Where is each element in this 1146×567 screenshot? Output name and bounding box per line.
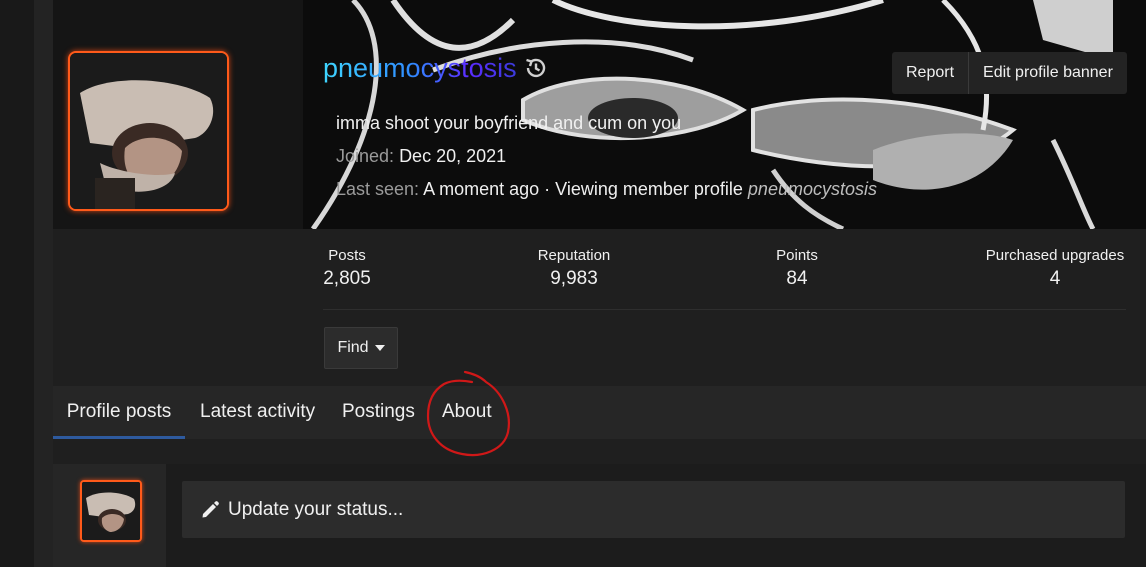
- stat-value: 2,805: [323, 268, 371, 289]
- left-rail-inner: [34, 0, 53, 567]
- stat-points[interactable]: Points 84: [774, 247, 820, 290]
- status-avatar[interactable]: [80, 480, 142, 542]
- joined-label: Joined:: [336, 146, 395, 166]
- profile-status-message: imma shoot your boyfriend and cum on you: [336, 113, 682, 133]
- last-seen-info: Last seen: A moment ago · Viewing member…: [336, 179, 877, 200]
- find-label: Find: [337, 339, 369, 356]
- pencil-icon: [202, 500, 219, 517]
- stats-divider: [323, 309, 1126, 310]
- mini-avatar-image: [82, 482, 140, 540]
- tab-postings[interactable]: Postings: [342, 386, 415, 439]
- find-dropdown-button[interactable]: Find: [324, 327, 398, 369]
- tab-latest-activity[interactable]: Latest activity: [200, 386, 315, 439]
- report-button[interactable]: Report: [892, 52, 968, 94]
- stat-label: Reputation: [537, 247, 611, 264]
- profile-avatar[interactable]: [68, 51, 229, 211]
- stat-value: 84: [786, 268, 808, 289]
- stat-reputation[interactable]: Reputation 9,983: [534, 247, 614, 290]
- update-status-placeholder: Update your status...: [228, 498, 404, 520]
- last-seen-target: pneumocystosis: [747, 179, 877, 199]
- profile-action-buttons: Report Edit profile banner: [892, 52, 1127, 94]
- caret-down-icon: [374, 345, 385, 351]
- stat-purchased-upgrades[interactable]: Purchased upgrades 4: [982, 247, 1128, 290]
- joined-info: Joined: Dec 20, 2021: [336, 146, 506, 167]
- left-rail: [0, 0, 34, 567]
- edit-profile-banner-button[interactable]: Edit profile banner: [968, 52, 1127, 94]
- history-icon[interactable]: [524, 56, 548, 80]
- stat-label: Points: [776, 247, 818, 264]
- last-seen-value: A moment ago · Viewing member profile: [423, 179, 743, 199]
- annotation-circle: [426, 370, 510, 457]
- tab-profile-posts[interactable]: Profile posts: [53, 386, 185, 439]
- avatar-image: [70, 53, 227, 209]
- stat-value: 9,983: [550, 268, 598, 289]
- profile-username[interactable]: pneumocystosis: [323, 52, 517, 84]
- stat-label: Purchased upgrades: [985, 247, 1125, 264]
- joined-value: Dec 20, 2021: [399, 146, 507, 166]
- update-status-input[interactable]: Update your status...: [182, 481, 1125, 538]
- stat-value: 4: [1049, 268, 1061, 289]
- last-seen-label: Last seen:: [336, 179, 420, 199]
- stat-posts[interactable]: Posts 2,805: [323, 247, 371, 290]
- stat-label: Posts: [328, 247, 366, 264]
- profile-tabs: Profile posts Latest activity Postings A…: [53, 386, 1146, 439]
